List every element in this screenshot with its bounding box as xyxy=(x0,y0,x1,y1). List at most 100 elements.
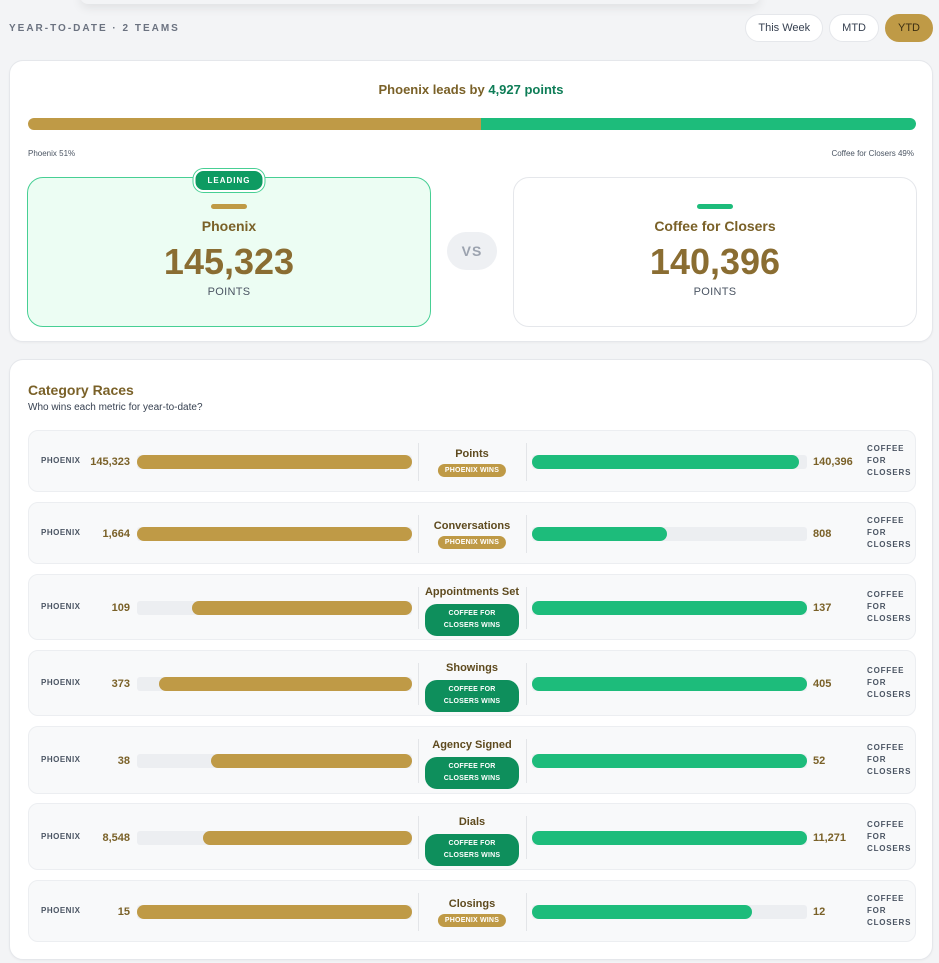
left-team-label: PHOENIX xyxy=(41,678,81,687)
right-team-label-line: CLOSERS xyxy=(867,918,912,927)
right-bar-fill xyxy=(532,455,799,469)
period-selector: This Week MTD YTD xyxy=(745,14,933,42)
left-bar-fill xyxy=(159,677,412,691)
winner-badge: PHOENIX WINS xyxy=(437,536,507,549)
right-team-label-line: FOR xyxy=(867,831,887,841)
winner-badge: COFFEE FOR CLOSERS WINS xyxy=(425,680,519,712)
right-value: 808 xyxy=(813,528,832,540)
right-team-label: COFFEE FOR CLOSERS xyxy=(867,819,911,855)
left-bar-fill xyxy=(137,905,412,919)
metric-name: Appointments Set xyxy=(424,586,520,598)
right-value: 12 xyxy=(813,906,826,918)
right-team-label-line: CLOSERS xyxy=(867,468,912,477)
right-team-label-line: COFFEE xyxy=(867,894,905,903)
right-bar-track xyxy=(532,527,807,541)
metric-cell: Agency Signed COFFEE FOR CLOSERS WINS xyxy=(419,739,525,789)
right-value: 11,271 xyxy=(813,831,847,844)
winner-badge: COFFEE FOR CLOSERS WINS xyxy=(425,604,519,636)
team-points-label: POINTS xyxy=(207,286,251,298)
left-value: 38 xyxy=(117,755,130,767)
right-bar-fill xyxy=(532,677,807,691)
right-team-label-line: CLOSERS xyxy=(867,690,912,699)
left-bar-track xyxy=(137,677,412,691)
coffee-share-segment xyxy=(480,118,916,130)
left-value: 109 xyxy=(111,602,130,614)
metric-cell: Showings COFFEE FOR CLOSERS WINS xyxy=(419,662,525,712)
right-team-label-line: COFFEE xyxy=(867,666,905,675)
team-points-label: POINTS xyxy=(693,286,737,298)
team-name: Phoenix xyxy=(201,218,257,234)
team-color-bar xyxy=(697,204,733,209)
left-team-label: PHOENIX xyxy=(41,755,81,764)
right-team-label-line: FOR xyxy=(867,602,887,611)
right-divider xyxy=(526,816,527,859)
right-bar-track xyxy=(532,677,807,691)
right-team-label: COFFEE FOR CLOSERS xyxy=(867,443,911,479)
right-value: 140,396 xyxy=(813,456,853,468)
right-team-label-line: CLOSERS xyxy=(867,614,912,623)
right-value: 137 xyxy=(813,602,832,614)
period-mtd-button[interactable]: MTD xyxy=(829,14,879,42)
right-team-label: COFFEE FOR CLOSERS xyxy=(867,893,911,929)
right-divider xyxy=(526,443,527,481)
race-row: PHOENIX 145,323 Points PHOENIX WINS 140,… xyxy=(28,430,916,492)
period-ytd-button[interactable]: YTD xyxy=(885,14,933,42)
right-bar-fill xyxy=(532,754,807,768)
left-bar-fill xyxy=(137,455,412,469)
left-bar-track xyxy=(137,905,412,919)
races-title: Category Races xyxy=(28,382,134,398)
left-team-label: PHOENIX xyxy=(41,456,81,465)
right-bar-track xyxy=(532,455,807,469)
left-bar-track xyxy=(137,754,412,768)
right-team-label: COFFEE FOR CLOSERS xyxy=(867,742,911,778)
team-card-phoenix: LEADING Phoenix 145,323 POINTS xyxy=(27,169,431,327)
coffee-share-label: Coffee for Closers 49% xyxy=(831,149,914,158)
vs-badge: VS xyxy=(447,232,497,270)
left-bar-track xyxy=(137,830,412,845)
right-team-label-line: FOR xyxy=(867,678,887,687)
metric-name: Agency Signed xyxy=(432,739,512,751)
right-bar-fill xyxy=(532,905,752,919)
metric-cell: Closings PHOENIX WINS xyxy=(419,898,525,927)
right-bar-fill xyxy=(532,601,807,615)
right-divider xyxy=(526,739,527,783)
left-value: 145,323 xyxy=(90,456,130,468)
winner-badge: PHOENIX WINS xyxy=(437,914,507,927)
left-value: 15 xyxy=(117,906,130,918)
share-split-bar xyxy=(28,118,916,130)
metric-cell: Appointments Set COFFEE FOR CLOSERS WINS xyxy=(419,586,525,636)
right-team-label-line: CLOSERS xyxy=(867,843,912,853)
right-divider xyxy=(526,515,527,553)
right-team-label: COFFEE FOR CLOSERS xyxy=(867,589,911,625)
right-team-label-line: COFFEE xyxy=(867,743,905,752)
race-row: PHOENIX 15 Closings PHOENIX WINS 12 COFF… xyxy=(28,880,916,942)
race-row: PHOENIX 8,548 Dials COFFEE FOR CLOSERS W… xyxy=(28,803,916,870)
period-this-week-button[interactable]: This Week xyxy=(745,14,824,42)
left-value: 1,664 xyxy=(102,528,130,540)
category-races-card: Category Races Who wins each metric for … xyxy=(9,359,933,960)
race-row: PHOENIX 373 Showings COFFEE FOR CLOSERS … xyxy=(28,650,916,716)
race-row: PHOENIX 109 Appointments Set COFFEE FOR … xyxy=(28,574,916,640)
phoenix-share-label: Phoenix 51% xyxy=(28,149,76,158)
left-bar-track xyxy=(137,455,412,469)
metric-name: Showings xyxy=(446,662,498,674)
metric-cell: Points PHOENIX WINS xyxy=(419,448,525,477)
leading-badge: LEADING xyxy=(193,169,265,192)
metric-name: Dials xyxy=(458,815,486,828)
race-row: PHOENIX 38 Agency Signed COFFEE FOR CLOS… xyxy=(28,726,916,794)
right-team-label-line: COFFEE xyxy=(867,516,905,525)
right-divider xyxy=(526,663,527,705)
summary-card: Phoenix leads by 4,927 points Phoenix 51… xyxy=(9,60,933,342)
right-bar-fill xyxy=(532,527,667,541)
left-bar-fill xyxy=(137,527,412,541)
right-divider xyxy=(526,893,527,931)
right-team-label: COFFEE FOR CLOSERS xyxy=(867,515,911,551)
right-value: 52 xyxy=(813,755,826,767)
left-bar-track xyxy=(137,527,412,541)
lead-headline-points: 4,927 points xyxy=(488,82,564,97)
team-points: 140,396 xyxy=(649,241,781,282)
left-team-label: PHOENIX xyxy=(41,528,81,537)
right-bar-track xyxy=(532,905,807,919)
right-team-label-line: COFFEE xyxy=(867,444,905,453)
phoenix-share-segment xyxy=(28,118,481,130)
